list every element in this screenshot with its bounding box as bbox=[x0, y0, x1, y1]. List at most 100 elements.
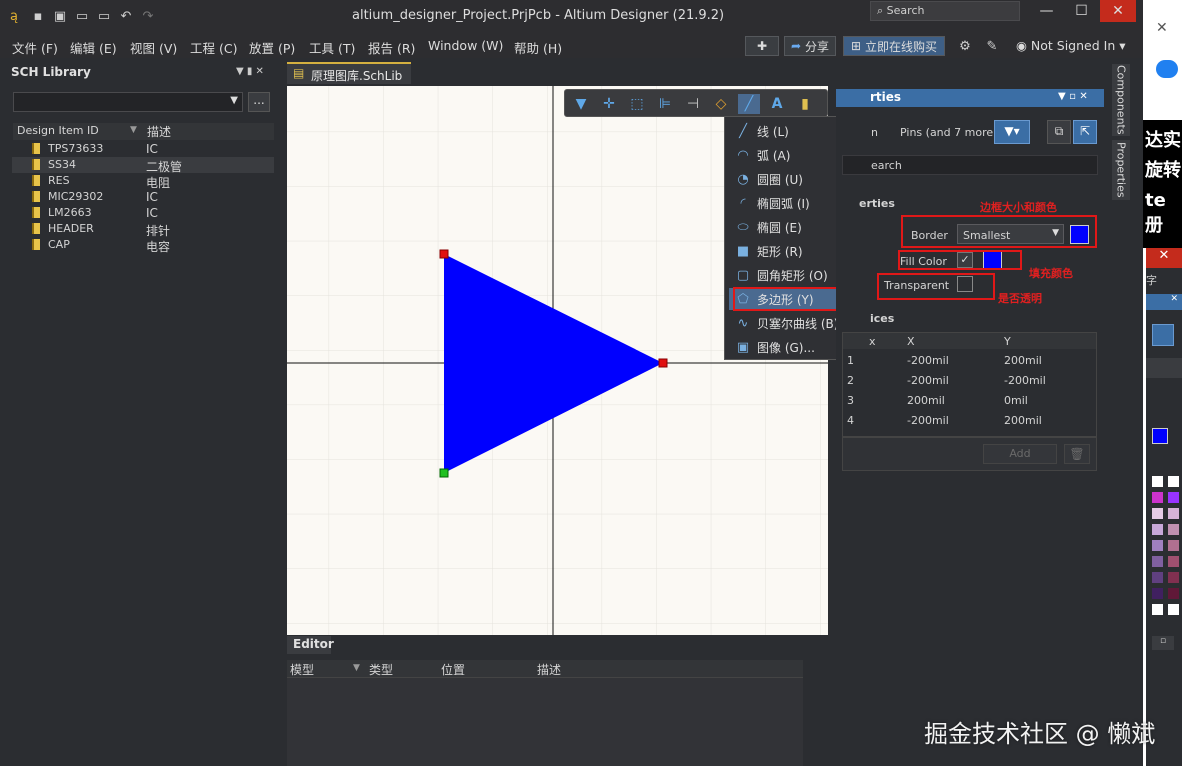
library-item[interactable]: HEADER 排针 bbox=[12, 221, 274, 238]
palette-color-swatch[interactable] bbox=[1152, 508, 1163, 519]
close-icon[interactable]: ✕ bbox=[1156, 20, 1168, 36]
save-all-icon[interactable]: ▣ bbox=[52, 8, 68, 24]
col-location[interactable]: 位置 bbox=[441, 661, 465, 678]
vertex-row[interactable]: 2 -200mil -200mil bbox=[843, 370, 1096, 390]
vertex-handle-1[interactable] bbox=[439, 249, 449, 259]
place-text-icon[interactable]: A bbox=[766, 94, 788, 114]
col-y[interactable]: Y bbox=[1004, 335, 1011, 348]
menu-place[interactable]: 放置 (P) bbox=[249, 38, 295, 57]
col-x[interactable]: X bbox=[907, 335, 915, 348]
add-vertex-button[interactable]: Add bbox=[983, 444, 1057, 464]
menu-reports[interactable]: 报告 (R) bbox=[368, 38, 415, 57]
select-mode-button[interactable]: ⇱ bbox=[1073, 120, 1097, 144]
menu-file[interactable]: 文件 (F) bbox=[12, 38, 58, 57]
align-icon[interactable]: ⊫ bbox=[654, 94, 676, 114]
menu-tools[interactable]: 工具 (T) bbox=[309, 38, 355, 57]
bg-close-icon[interactable]: ✕ bbox=[1146, 294, 1182, 310]
properties-search-input[interactable]: earch bbox=[842, 155, 1098, 175]
section-properties[interactable]: erties bbox=[859, 197, 895, 210]
library-item[interactable]: SS34 二极管 bbox=[12, 157, 274, 174]
vertex-row[interactable]: 4 -200mil 200mil bbox=[843, 410, 1096, 430]
pins-filter[interactable]: Pins (and 7 more) bbox=[900, 126, 997, 139]
undo-icon[interactable]: ↶ bbox=[118, 8, 134, 24]
palette-color-swatch[interactable] bbox=[1152, 556, 1163, 567]
palette-color-swatch[interactable] bbox=[1168, 572, 1179, 583]
col-design-item-id[interactable]: Design Item ID bbox=[17, 124, 99, 137]
open-folder-icon[interactable]: ▭ bbox=[74, 8, 90, 24]
palette-color-swatch[interactable] bbox=[1152, 476, 1163, 487]
col-index[interactable]: x bbox=[869, 335, 876, 348]
palette-color-swatch[interactable] bbox=[1168, 476, 1179, 487]
select-icon[interactable]: ⬚ bbox=[626, 94, 648, 114]
copy-button[interactable]: ⧉ bbox=[1047, 120, 1071, 144]
buy-button[interactable]: ⊞ 立即在线购买 bbox=[843, 36, 945, 56]
tab-properties[interactable]: Properties bbox=[1112, 140, 1130, 200]
settings-icon[interactable]: ⚙ bbox=[957, 38, 973, 54]
menu-window[interactable]: Window (W) bbox=[428, 38, 503, 53]
redo-icon[interactable]: ↷ bbox=[140, 8, 156, 24]
bg-small-button[interactable]: ▫ bbox=[1152, 636, 1174, 650]
vertex-handle-3[interactable] bbox=[658, 358, 668, 368]
close-icon[interactable]: ✕ bbox=[1146, 248, 1182, 268]
palette-color-swatch[interactable] bbox=[1168, 604, 1179, 615]
place-ieee-icon[interactable]: ◇ bbox=[710, 94, 732, 114]
palette-color-swatch[interactable] bbox=[1152, 524, 1163, 535]
library-item[interactable]: MIC29302 IC bbox=[12, 189, 274, 205]
library-filter-dropdown[interactable]: ▼ bbox=[13, 92, 243, 112]
bg-input[interactable] bbox=[1146, 358, 1182, 378]
menu-edit[interactable]: 编辑 (E) bbox=[70, 38, 117, 57]
delete-icon[interactable]: 🗑 bbox=[1064, 444, 1090, 464]
comment-button[interactable]: ✚ bbox=[745, 36, 779, 56]
close-button[interactable]: ✕ bbox=[1100, 0, 1136, 22]
tab-schlib[interactable]: ▤ 原理图库.SchLib * bbox=[287, 62, 411, 98]
menu-project[interactable]: 工程 (C) bbox=[190, 38, 237, 57]
place-part-icon[interactable]: ▮ bbox=[794, 94, 816, 114]
palette-color-swatch[interactable] bbox=[1168, 508, 1179, 519]
vertex-handle-2[interactable] bbox=[439, 468, 449, 478]
place-pin-icon[interactable]: ⊣ bbox=[682, 94, 704, 114]
palette-color-swatch[interactable] bbox=[1152, 604, 1163, 615]
palette-color-swatch[interactable] bbox=[1152, 492, 1163, 503]
vertex-row[interactable]: 3 200mil 0mil bbox=[843, 390, 1096, 410]
palette-color-swatch[interactable] bbox=[1152, 588, 1163, 599]
menu-help[interactable]: 帮助 (H) bbox=[514, 38, 562, 57]
save-icon[interactable]: ▪ bbox=[30, 8, 46, 24]
palette-color-swatch[interactable] bbox=[1168, 492, 1179, 503]
palette-color-swatch[interactable] bbox=[1168, 524, 1179, 535]
col-description[interactable]: 描述 bbox=[537, 661, 561, 678]
palette-color-swatch[interactable] bbox=[1168, 556, 1179, 567]
tab-components[interactable]: Components bbox=[1112, 64, 1130, 136]
place-line-icon[interactable]: ╱ bbox=[738, 94, 760, 114]
palette-color-swatch[interactable] bbox=[1152, 572, 1163, 583]
user-menu[interactable]: ◉ Not Signed In ▾ bbox=[1016, 38, 1126, 53]
open-project-icon[interactable]: ▭ bbox=[96, 8, 112, 24]
palette-color-swatch[interactable] bbox=[1152, 540, 1163, 551]
bg-color-swatch[interactable] bbox=[1152, 428, 1168, 444]
library-item[interactable]: LM2663 IC bbox=[12, 205, 274, 221]
search-input[interactable]: ⌕ Search bbox=[870, 1, 1020, 21]
minimize-button[interactable]: — bbox=[1030, 0, 1063, 22]
share-button[interactable]: ➦ 分享 bbox=[784, 36, 836, 56]
chat-icon[interactable] bbox=[1156, 60, 1178, 78]
move-icon[interactable]: ✛ bbox=[598, 94, 620, 114]
section-vertices[interactable]: ices bbox=[870, 312, 894, 325]
tab-editor[interactable]: Editor bbox=[287, 636, 334, 654]
menu-view[interactable]: 视图 (V) bbox=[130, 38, 177, 57]
cursor-icon[interactable] bbox=[1152, 324, 1174, 346]
palette-color-swatch[interactable] bbox=[1168, 540, 1179, 551]
panel-menu-icon[interactable]: ▼ ▮ ✕ bbox=[236, 66, 264, 77]
library-item[interactable]: RES 电阻 bbox=[12, 173, 274, 190]
panel-controls-icon[interactable]: ▼ ▫ ✕ bbox=[1058, 91, 1088, 102]
filter-button[interactable]: ▼▾ bbox=[994, 120, 1030, 144]
library-item[interactable]: CAP 电容 bbox=[12, 237, 274, 254]
col-description[interactable]: 描述 bbox=[147, 123, 171, 140]
filter-icon[interactable]: ▼ bbox=[570, 94, 592, 114]
browse-button[interactable]: ... bbox=[248, 92, 270, 112]
maximize-button[interactable]: ☐ bbox=[1065, 0, 1098, 22]
tools-icon[interactable]: ✎ bbox=[984, 38, 1000, 54]
vertex-row[interactable]: 1 -200mil 200mil bbox=[843, 350, 1096, 370]
col-model[interactable]: 模型 bbox=[290, 661, 314, 678]
col-type[interactable]: 类型 bbox=[369, 661, 393, 678]
library-item[interactable]: TPS73633 IC bbox=[12, 141, 274, 157]
palette-color-swatch[interactable] bbox=[1168, 588, 1179, 599]
